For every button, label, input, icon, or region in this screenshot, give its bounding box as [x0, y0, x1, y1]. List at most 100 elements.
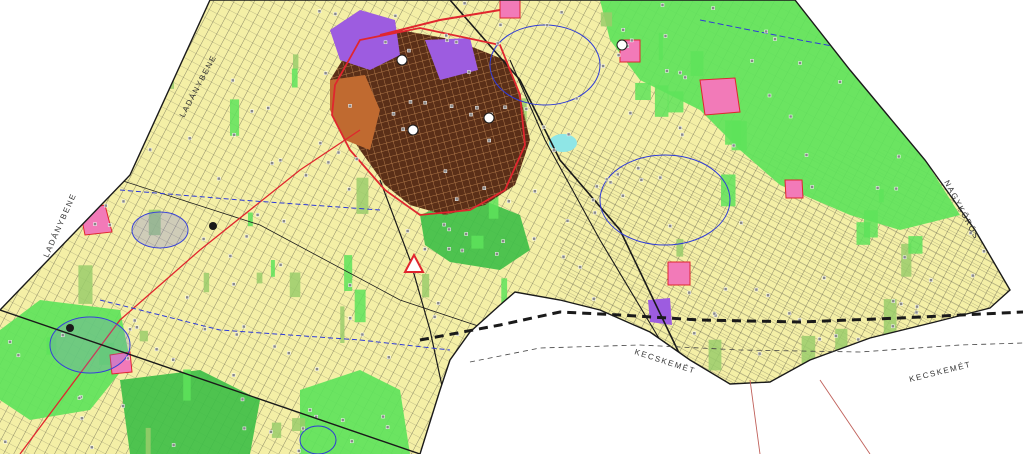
vegetation-strip [471, 235, 484, 249]
building-marker [387, 355, 391, 360]
building-marker [663, 34, 668, 38]
building-marker [301, 426, 305, 431]
vegetation-strip [667, 91, 684, 113]
building-marker [203, 327, 207, 331]
building-marker [680, 132, 685, 137]
building-marker [788, 114, 793, 119]
vegetation-strip [340, 306, 345, 343]
building-marker [278, 263, 283, 267]
building-marker [234, 332, 239, 337]
vegetation-strip [230, 99, 240, 136]
building-marker [545, 23, 550, 27]
vegetation-strip [654, 85, 669, 117]
building-marker [269, 430, 273, 434]
building-marker [447, 247, 451, 251]
building-marker [658, 175, 663, 180]
building-marker [629, 38, 634, 43]
building-marker [616, 172, 620, 177]
vegetation-strip [78, 265, 93, 304]
building-marker [449, 104, 454, 108]
building-marker [278, 158, 283, 162]
building-marker [445, 38, 449, 43]
building-marker [566, 132, 571, 137]
special-zone-ne [699, 77, 741, 116]
building-marker [628, 111, 633, 115]
building-marker [616, 53, 621, 57]
building-marker [423, 100, 427, 105]
building-marker [524, 107, 529, 111]
building-marker [639, 178, 644, 182]
building-marker [668, 224, 672, 228]
building-marker [90, 445, 94, 450]
building-marker [552, 148, 556, 152]
building-marker [914, 310, 919, 315]
vegetation-strip [708, 339, 722, 371]
building-marker [915, 304, 919, 309]
building-marker [326, 160, 331, 165]
building-marker [315, 367, 319, 371]
building-marker [731, 143, 736, 148]
building-marker [132, 318, 137, 323]
building-marker [348, 283, 352, 287]
building-marker [464, 232, 468, 236]
vegetation-strip [291, 68, 298, 88]
building-marker [711, 6, 715, 10]
building-marker [80, 416, 84, 421]
building-marker [16, 353, 21, 358]
building-marker [244, 234, 249, 239]
building-marker [636, 166, 641, 171]
building-marker [660, 3, 665, 7]
building-marker [250, 109, 254, 113]
special-zone-top [499, 0, 521, 19]
vegetation-strip [256, 272, 263, 284]
building-marker [348, 104, 352, 108]
vegetation-strip [878, 189, 884, 203]
building-marker [712, 311, 717, 316]
building-marker [592, 297, 596, 301]
building-marker [240, 397, 245, 402]
building-marker [891, 299, 896, 303]
building-marker [407, 48, 411, 53]
building-marker [232, 132, 236, 137]
building-marker [834, 334, 838, 338]
building-marker [317, 9, 322, 13]
building-marker [754, 287, 759, 292]
building-marker [503, 105, 507, 110]
building-marker [469, 112, 473, 117]
building-marker [272, 344, 277, 349]
zoning-map[interactable]: LADÁNYBENE LADÁNYBENE NAGYKŐRÖS KECSKEMÉ… [0, 0, 1023, 454]
building-marker [347, 187, 351, 191]
building-marker [171, 357, 175, 362]
building-marker [787, 311, 792, 316]
building-marker [444, 33, 448, 38]
building-marker [822, 276, 826, 280]
building-marker [971, 273, 975, 278]
building-marker [423, 247, 427, 251]
building-marker [601, 64, 605, 68]
vegetation-strip [270, 260, 275, 277]
building-marker [340, 418, 345, 422]
building-marker [282, 219, 286, 223]
building-marker [304, 173, 308, 178]
vegetation-strip [145, 427, 151, 454]
building-marker [126, 356, 130, 361]
building-marker [982, 249, 986, 253]
building-marker [621, 28, 625, 32]
protection-area-southwest [50, 317, 130, 373]
building-marker [135, 325, 139, 330]
building-marker [107, 223, 112, 227]
vegetation-strip [676, 239, 684, 257]
building-marker [270, 161, 274, 165]
building-marker [541, 125, 546, 129]
vegetation-strip [908, 236, 923, 254]
building-marker [723, 287, 728, 291]
building-marker [255, 213, 260, 217]
building-marker [350, 439, 354, 444]
building-marker [621, 193, 625, 198]
building-marker [231, 373, 236, 377]
building-marker [436, 301, 441, 305]
building-marker [817, 337, 822, 341]
building-marker [896, 154, 901, 159]
building-marker [432, 315, 437, 319]
building-marker [804, 153, 809, 157]
